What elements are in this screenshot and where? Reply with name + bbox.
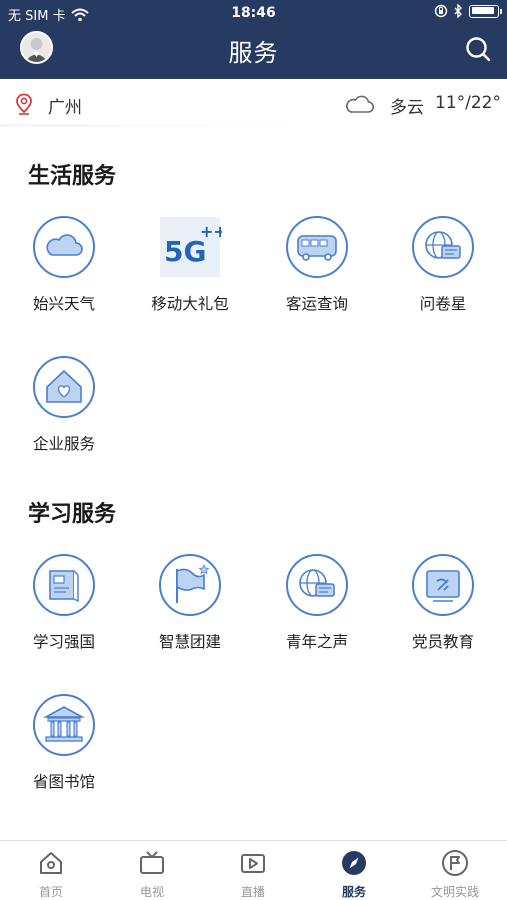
weather-temperature: 11°/22°: [435, 93, 501, 113]
lock-rotation-icon: [434, 4, 448, 18]
service-label: 省图书馆: [32, 773, 95, 791]
tab-live[interactable]: 直播: [203, 841, 303, 900]
tab-label: 服务: [341, 885, 366, 899]
service-smart-league[interactable]: 智慧团建: [127, 553, 253, 652]
service-provincial-library[interactable]: 省图书馆: [1, 693, 127, 792]
service-label: 移动大礼包: [151, 295, 229, 313]
page-title: 服务: [228, 39, 279, 67]
service-questionnaire[interactable]: 问卷星: [380, 215, 506, 314]
svg-text:++: ++: [200, 222, 222, 241]
service-label: 党员教育: [411, 633, 474, 651]
tab-label: 直播: [240, 885, 265, 899]
location-city[interactable]: 广州: [48, 93, 82, 118]
cloud-weather-icon: [346, 95, 375, 113]
tab-label: 首页: [38, 885, 63, 899]
service-weather[interactable]: 始兴天气: [1, 215, 127, 314]
service-mobile-gift[interactable]: 5G ++ 移动大礼包: [127, 215, 253, 314]
flag-icon: [159, 554, 221, 616]
search-icon[interactable]: [464, 35, 492, 63]
service-party-education[interactable]: 党员教育: [380, 553, 506, 652]
section-title-study: 学习服务: [28, 502, 117, 527]
service-label: 学习强国: [32, 633, 95, 651]
service-label: 客运查询: [285, 295, 348, 313]
book-flag-icon: [33, 554, 95, 616]
service-label: 企业服务: [32, 435, 95, 453]
service-label: 青年之声: [285, 633, 348, 651]
weather-condition: 多云: [390, 98, 424, 118]
cloud-icon: [33, 216, 95, 278]
tab-tv[interactable]: 电视: [102, 841, 202, 900]
service-label: 智慧团建: [158, 633, 221, 651]
compass-icon: [342, 851, 366, 875]
section-title-life: 生活服务: [28, 164, 117, 189]
location-pin-icon[interactable]: [15, 93, 33, 115]
service-enterprise[interactable]: 企业服务: [1, 355, 127, 454]
service-label: 始兴天气: [32, 295, 95, 313]
service-bus-query[interactable]: 客运查询: [254, 215, 380, 314]
battery-icon: [469, 4, 502, 18]
top-header: 无 SIM 卡 18:46 服务: [0, 0, 507, 79]
5g-icon: 5G ++: [160, 217, 227, 277]
home-icon: [40, 852, 62, 874]
tab-services[interactable]: 服务: [304, 841, 404, 900]
status-time: 18:46: [231, 5, 276, 21]
bottom-tab-bar: 首页 电视 直播 服务 文明实践: [0, 840, 507, 900]
status-bar: 无 SIM 卡 18:46: [0, 0, 507, 26]
service-xuexi[interactable]: 学习强国: [1, 553, 127, 652]
globe-chat-icon: [412, 216, 474, 278]
tab-label: 电视: [139, 885, 164, 899]
house-heart-icon: [33, 356, 95, 418]
globe-chat-icon: [286, 554, 348, 616]
bus-icon: [286, 216, 348, 278]
live-icon: [241, 854, 265, 873]
flag-circle-icon: [442, 850, 468, 876]
service-youth-voice[interactable]: 青年之声: [254, 553, 380, 652]
bluetooth-icon: [454, 4, 462, 18]
tv-icon: [140, 851, 164, 874]
tab-home[interactable]: 首页: [1, 841, 101, 900]
party-flag-icon: [412, 554, 474, 616]
tab-label: 文明实践: [430, 885, 479, 899]
library-icon: [33, 694, 95, 756]
tab-civilization[interactable]: 文明实践: [405, 841, 505, 900]
service-label: 问卷星: [419, 295, 467, 313]
location-divider: [0, 124, 340, 127]
